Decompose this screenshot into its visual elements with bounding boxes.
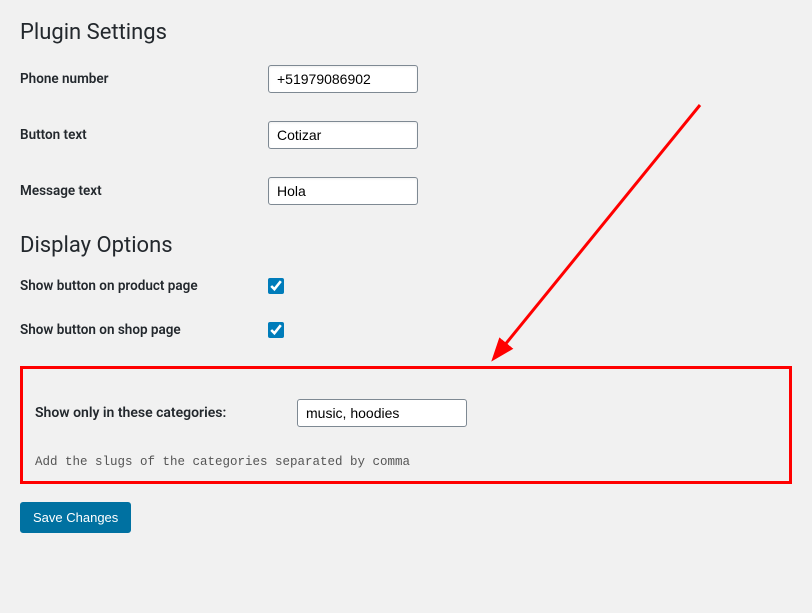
categories-hint: Add the slugs of the categories separate… <box>35 455 777 469</box>
show-product-checkbox[interactable] <box>268 278 284 294</box>
button-text-input[interactable] <box>268 121 418 149</box>
field-show-shop-row: Show button on shop page <box>20 322 792 338</box>
message-text-input[interactable] <box>268 177 418 205</box>
phone-input[interactable] <box>268 65 418 93</box>
button-text-label: Button text <box>20 127 268 143</box>
show-shop-label: Show button on shop page <box>20 322 268 338</box>
save-changes-button[interactable]: Save Changes <box>20 502 131 533</box>
field-show-product-row: Show button on product page <box>20 278 792 294</box>
field-phone-row: Phone number <box>20 65 792 93</box>
plugin-settings-title: Plugin Settings <box>20 20 792 45</box>
field-button-text-row: Button text <box>20 121 792 149</box>
field-message-text-row: Message text <box>20 177 792 205</box>
message-text-label: Message text <box>20 183 268 199</box>
show-product-label: Show button on product page <box>20 278 268 294</box>
categories-input[interactable] <box>297 399 467 427</box>
show-shop-checkbox[interactable] <box>268 322 284 338</box>
categories-highlight-box: Show only in these categories: Add the s… <box>20 366 792 484</box>
categories-row: Show only in these categories: <box>35 399 777 427</box>
display-options-title: Display Options <box>20 233 792 258</box>
categories-label: Show only in these categories: <box>35 405 297 421</box>
phone-label: Phone number <box>20 71 268 87</box>
